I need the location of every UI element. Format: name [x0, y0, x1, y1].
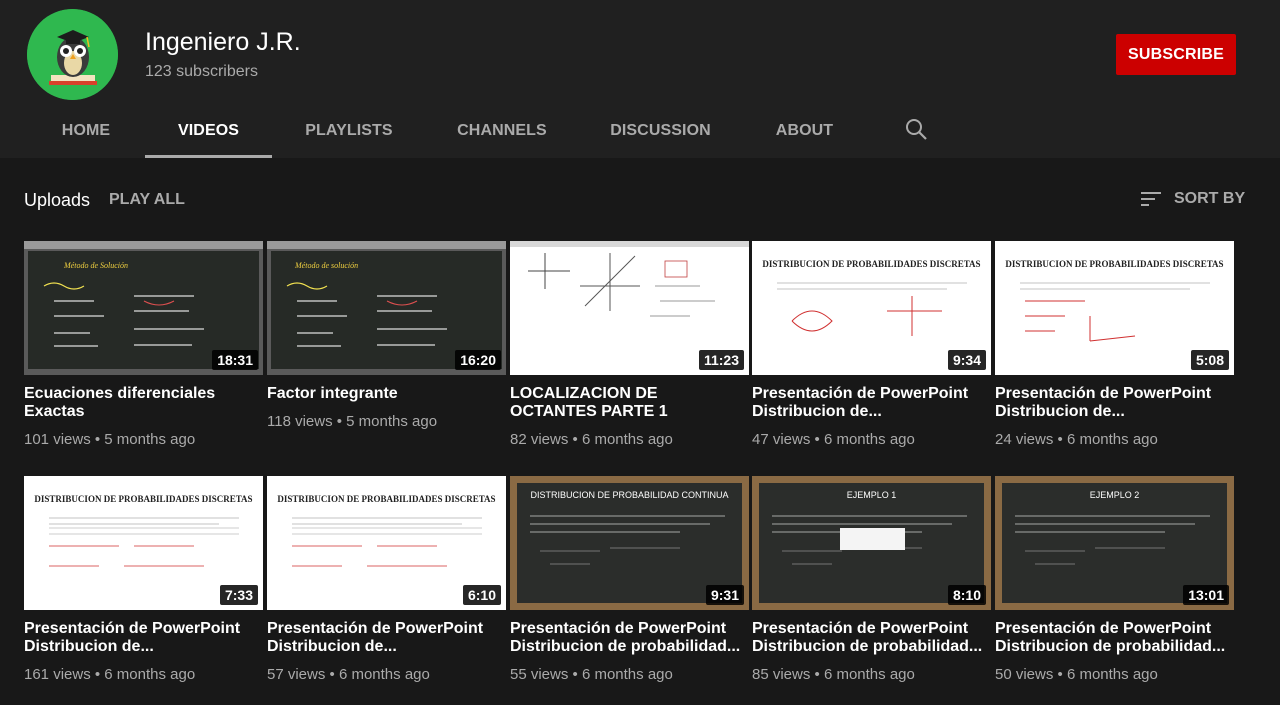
video-thumbnail[interactable]: Método de solución 16:20 [267, 241, 506, 375]
thumbnail-heading: DISTRIBUCION DE PROBABILIDADES DISCRETAS [762, 259, 981, 269]
video-card[interactable]: Método de Solución 18:31 Ecuaciones difere… [24, 241, 263, 448]
video-duration: 9:34 [947, 350, 986, 370]
video-duration: 5:08 [1190, 350, 1229, 370]
thumbnail-heading: DISTRIBUCION DE PROBABILIDADES DISCRETAS [34, 494, 253, 504]
tab-about[interactable]: ABOUT [767, 104, 842, 158]
subscribe-button[interactable]: SUBSCRIBE [1116, 34, 1236, 75]
thumbnail-heading: DISTRIBUCION DE PROBABILIDADES DISCRETAS [277, 494, 496, 504]
thumbnail-heading: Método de solución [295, 261, 359, 270]
video-meta: 85 views • 6 months ago [752, 666, 915, 683]
video-title[interactable]: Presentación de PowerPoint Distribucion … [995, 620, 1227, 656]
video-meta: 57 views • 6 months ago [267, 666, 430, 683]
tab-videos[interactable]: VIDEOS [145, 104, 272, 158]
video-meta: 55 views • 6 months ago [510, 666, 673, 683]
video-card[interactable]: DISTRIBUCION DE PROBABILIDAD CONTINUA 9:3… [510, 476, 749, 683]
video-duration: 8:10 [947, 585, 986, 605]
thumbnail-heading: EJEMPLO 2 [1089, 490, 1140, 500]
video-duration: 13:01 [1183, 585, 1229, 605]
video-duration: 9:31 [705, 585, 744, 605]
video-title[interactable]: Presentación de PowerPoint Distribucion … [995, 385, 1227, 421]
video-thumbnail[interactable]: Método de Solución 18:31 [24, 241, 263, 375]
sort-by-button[interactable]: SORT BY [1140, 188, 1245, 210]
video-meta: 118 views • 5 months ago [267, 413, 438, 430]
thumbnail-heading: EJEMPLO 1 [846, 490, 897, 500]
subscriber-count: 123 subscribers [145, 63, 258, 80]
video-card[interactable]: DISTRIBUCION DE PROBABILIDADES DISCRETAS… [752, 241, 991, 448]
sort-icon [1141, 192, 1161, 206]
tab-channels[interactable]: CHANNELS [449, 104, 555, 158]
channel-header: Ingeniero J.R. 123 subscribers SUBSCRIBE… [0, 0, 1280, 158]
video-meta: 50 views • 6 months ago [995, 666, 1158, 683]
video-duration: 11:23 [698, 350, 744, 370]
video-meta: 101 views • 5 months ago [24, 431, 196, 448]
video-card[interactable]: Método de solución 16:20 Factor integrante… [267, 241, 506, 430]
video-meta: 24 views • 6 months ago [995, 431, 1158, 448]
tab-home[interactable]: HOME [52, 104, 120, 158]
video-title[interactable]: Presentación de PowerPoint Distribucion … [267, 620, 499, 656]
video-thumbnail[interactable]: EJEMPLO 1 8:10 [752, 476, 991, 610]
thumbnail-heading: DISTRIBUCION DE PROBABILIDADES DISCRETAS [1005, 259, 1224, 269]
video-card[interactable]: EJEMPLO 2 13:01 Presentación de PowerPoint… [995, 476, 1234, 683]
play-all-button[interactable]: PLAY ALL [109, 191, 185, 209]
video-title[interactable]: Presentación de PowerPoint Distribucion … [24, 620, 256, 656]
video-card[interactable]: EJEMPLO 1 8:10 Presentación de PowerPoint … [752, 476, 991, 683]
video-duration: 16:20 [455, 350, 501, 370]
search-icon[interactable] [905, 118, 929, 142]
video-title[interactable]: Ecuaciones diferenciales Exactas [24, 385, 256, 421]
video-thumbnail[interactable]: DISTRIBUCION DE PROBABILIDADES DISCRETAS… [995, 241, 1234, 375]
tab-discussion[interactable]: DISCUSSION [603, 104, 718, 158]
video-duration: 6:10 [462, 585, 501, 605]
thumbnail-heading: Método de Solución [64, 261, 128, 270]
video-title[interactable]: LOCALIZACION DE OCTANTES PARTE 1 [510, 385, 742, 421]
video-thumbnail[interactable]: DISTRIBUCION DE PROBABILIDADES DISCRETAS… [752, 241, 991, 375]
video-duration: 18:31 [212, 350, 258, 370]
video-thumbnail[interactable]: DISTRIBUCION DE PROBABILIDAD CONTINUA 9:3… [510, 476, 749, 610]
channel-tabs: HOME VIDEOS PLAYLISTS CHANNELS DISCUSSIO… [0, 104, 1000, 158]
section-title[interactable]: Uploads [24, 190, 90, 211]
video-title[interactable]: Presentación de PowerPoint Distribucion … [510, 620, 742, 656]
video-card[interactable]: DISTRIBUCION DE PROBABILIDADES DISCRETAS… [267, 476, 506, 683]
video-card[interactable]: DISTRIBUCION DE PROBABILIDADES DISCRETAS… [24, 476, 263, 683]
video-thumbnail[interactable]: DISTRIBUCION DE PROBABILIDADES DISCRETAS… [24, 476, 263, 610]
owl-graduate-icon [27, 9, 118, 100]
tab-playlists[interactable]: PLAYLISTS [295, 104, 403, 158]
video-meta: 47 views • 6 months ago [752, 431, 915, 448]
video-duration: 7:33 [219, 585, 258, 605]
video-thumbnail[interactable]: 11:23 [510, 241, 749, 375]
channel-avatar[interactable] [27, 9, 118, 100]
video-meta: 82 views • 6 months ago [510, 431, 673, 448]
thumbnail-heading: DISTRIBUCION DE PROBABILIDAD CONTINUA [530, 490, 729, 500]
sort-by-label: SORT BY [1174, 190, 1246, 207]
video-title[interactable]: Presentación de PowerPoint Distribucion … [752, 620, 984, 656]
video-thumbnail[interactable]: DISTRIBUCION DE PROBABILIDADES DISCRETAS… [267, 476, 506, 610]
video-card[interactable]: DISTRIBUCION DE PROBABILIDADES DISCRETAS… [995, 241, 1234, 448]
video-thumbnail[interactable]: EJEMPLO 2 13:01 [995, 476, 1234, 610]
channel-name: Ingeniero J.R. [145, 28, 301, 56]
video-card[interactable]: 11:23 LOCALIZACION DE OCTANTES PARTE 1 82 … [510, 241, 749, 448]
video-title[interactable]: Presentación de PowerPoint Distribucion … [752, 385, 984, 421]
video-meta: 161 views • 6 months ago [24, 666, 196, 683]
video-title[interactable]: Factor integrante [267, 385, 499, 403]
